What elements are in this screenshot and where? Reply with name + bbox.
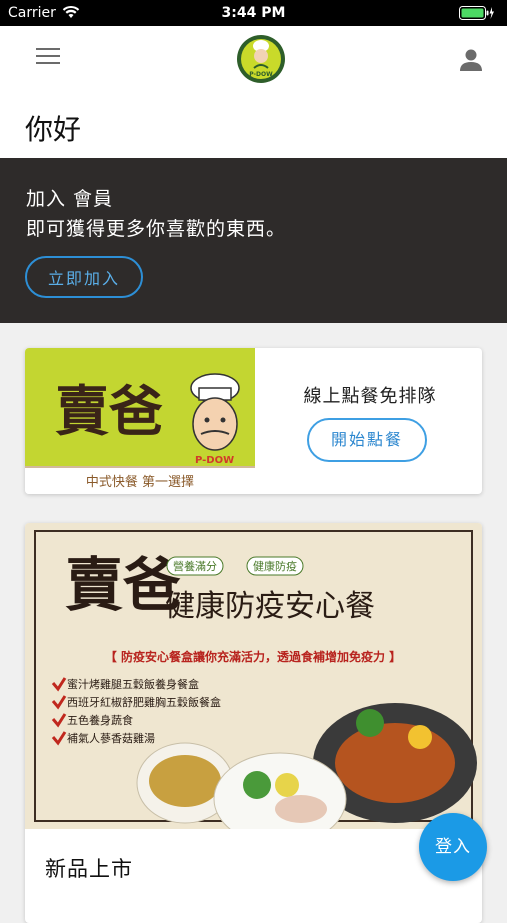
join-member-banner: 加入 會員 即可獲得更多你喜歡的東西。 立即加入 bbox=[0, 158, 507, 323]
greeting-section: 你好 bbox=[0, 94, 507, 158]
user-icon[interactable] bbox=[457, 46, 485, 74]
status-time: 3:44 PM bbox=[221, 5, 286, 21]
news-image-subheading: 【 防疫安心餐盒讓你充滿活力，透過食補增加免疫力 】 bbox=[105, 649, 401, 664]
news-image-item-2: 西班牙紅椒舒肥雞胸五穀飯餐盒 bbox=[67, 695, 221, 709]
svg-text:P-DOW: P-DOW bbox=[195, 455, 234, 466]
greeting-title: 你好 bbox=[25, 113, 82, 146]
brand-logo[interactable]: P-DOW bbox=[236, 34, 286, 84]
news-image-headline: 健康防疫安心餐 bbox=[165, 589, 375, 624]
status-bar: Carrier 3:44 PM bbox=[0, 0, 507, 26]
news-image-item-3: 五色養身蔬食 bbox=[67, 713, 133, 727]
news-image-item-4: 補氣人蔘香菇雞湯 bbox=[67, 731, 155, 745]
start-order-button[interactable]: 開始點餐 bbox=[307, 418, 427, 462]
order-image-brand: 賣爸 bbox=[55, 379, 163, 443]
order-card-image: 賣爸 P-DOW 中式快餐 第一選擇 bbox=[25, 348, 255, 494]
battery-icon bbox=[459, 6, 495, 24]
order-image-tagline: 中式快餐 第一選擇 bbox=[86, 474, 194, 490]
news-image-item-1: 蜜汁烤雞腿五穀飯養身餐盒 bbox=[67, 677, 199, 691]
join-now-button[interactable]: 立即加入 bbox=[25, 256, 143, 298]
news-image-badge-2: 健康防疫 bbox=[253, 559, 297, 573]
online-order-card[interactable]: 賣爸 P-DOW 中式快餐 第一選擇 線上點餐免排隊 開始點餐 bbox=[25, 348, 482, 494]
join-banner-heading: 加入 會員 bbox=[26, 188, 114, 210]
hamburger-menu-icon[interactable] bbox=[36, 48, 62, 72]
news-image-brand: 賣爸 bbox=[65, 551, 181, 619]
new-products-banner-image: 賣爸 營養滿分 健康防疫 健康防疫安心餐 【 防疫安心餐盒讓你充滿活力，透過食補… bbox=[25, 523, 482, 846]
new-products-title: 新品上市 bbox=[45, 857, 133, 881]
login-button[interactable]: 登入 bbox=[419, 813, 487, 881]
news-image-badge-1: 營養滿分 bbox=[173, 559, 217, 573]
order-card-title: 線上點餐免排隊 bbox=[303, 386, 437, 407]
new-products-card[interactable]: 賣爸 營養滿分 健康防疫 健康防疫安心餐 【 防疫安心餐盒讓你充滿活力，透過食補… bbox=[25, 523, 482, 923]
svg-text:P-DOW: P-DOW bbox=[249, 71, 273, 78]
app-header: P-DOW bbox=[0, 26, 507, 94]
join-banner-subtext: 即可獲得更多你喜歡的東西。 bbox=[26, 218, 287, 240]
